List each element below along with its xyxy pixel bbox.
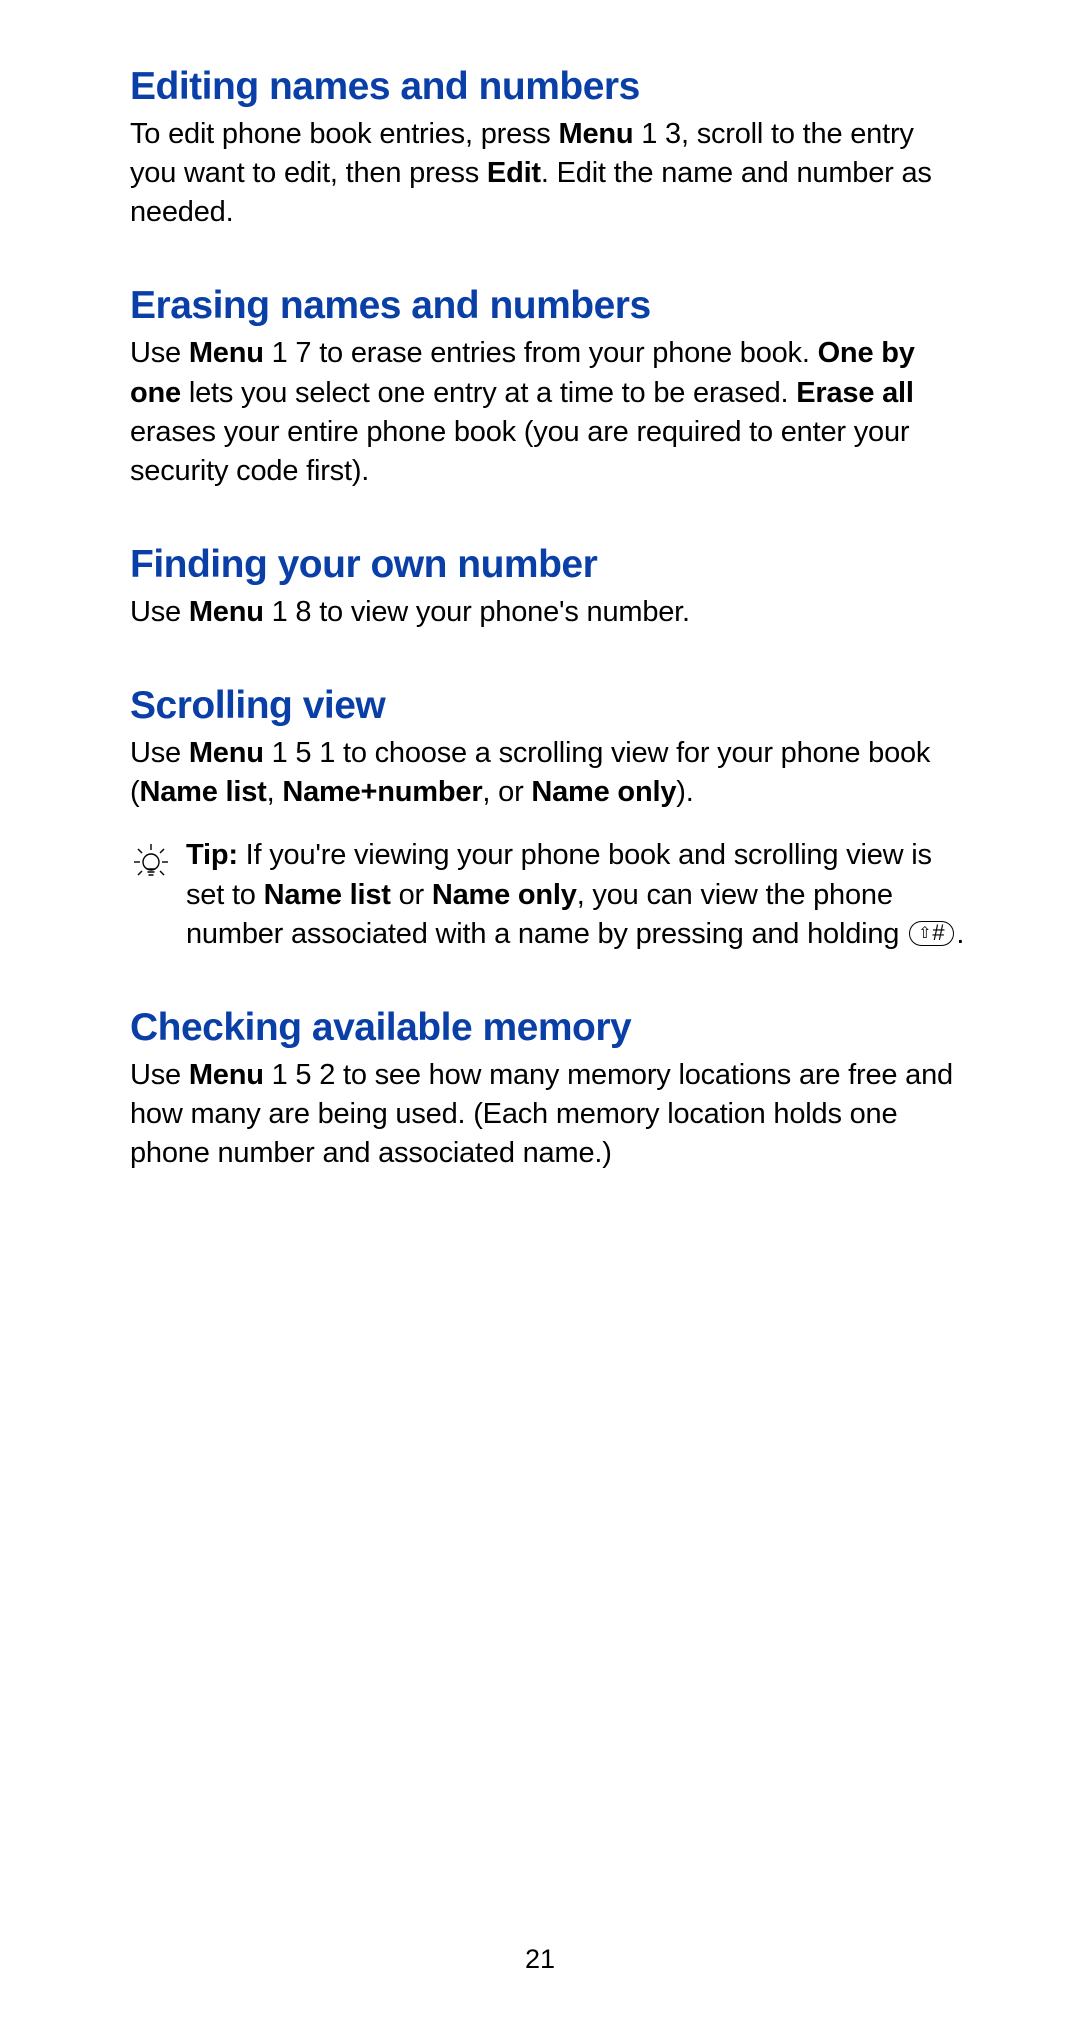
tip-block: Tip: If you're viewing your phone book a…	[130, 836, 965, 953]
section-finding: Finding your own number Use Menu 1 8 to …	[130, 543, 965, 632]
section-memory: Checking available memory Use Menu 1 5 2…	[130, 1006, 965, 1173]
body-finding: Use Menu 1 8 to view your phone's number…	[130, 593, 965, 632]
section-scrolling: Scrolling view Use Menu 1 5 1 to choose …	[130, 684, 965, 954]
heading-editing: Editing names and numbers	[130, 65, 965, 109]
heading-memory: Checking available memory	[130, 1006, 965, 1050]
section-editing: Editing names and numbers To edit phone …	[130, 65, 965, 232]
heading-scrolling: Scrolling view	[130, 684, 965, 728]
heading-erasing: Erasing names and numbers	[130, 284, 965, 328]
body-editing: To edit phone book entries, press Menu 1…	[130, 115, 965, 232]
page-number: 21	[0, 1944, 1080, 1975]
body-erasing: Use Menu 1 7 to erase entries from your …	[130, 334, 965, 491]
body-memory: Use Menu 1 5 2 to see how many memory lo…	[130, 1056, 965, 1173]
tip-text: Tip: If you're viewing your phone book a…	[186, 836, 965, 953]
lightbulb-icon	[130, 840, 172, 887]
key-shift-hash-icon: ⇧#	[909, 921, 954, 946]
heading-finding: Finding your own number	[130, 543, 965, 587]
section-erasing: Erasing names and numbers Use Menu 1 7 t…	[130, 284, 965, 491]
body-scrolling: Use Menu 1 5 1 to choose a scrolling vie…	[130, 734, 965, 812]
